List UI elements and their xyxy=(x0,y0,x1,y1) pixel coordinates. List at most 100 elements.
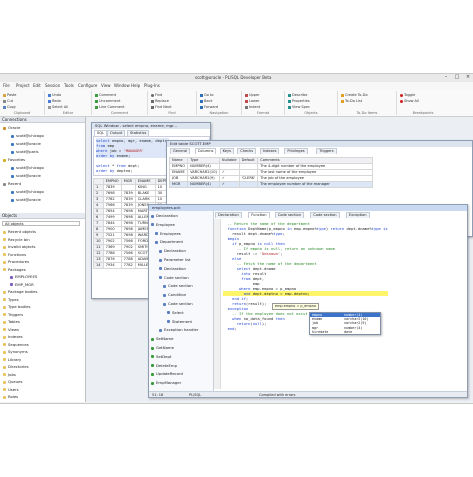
tree-folder-item[interactable]: Roles xyxy=(3,394,18,399)
tree-folder-item[interactable]: Triggers xyxy=(3,312,23,317)
outline-item[interactable]: Code section xyxy=(163,301,193,306)
grid-cell[interactable]: NUMBER(4) xyxy=(187,181,220,188)
tab-columns[interactable]: Columns xyxy=(194,148,217,154)
redo-button[interactable]: Redo xyxy=(48,99,61,103)
todo-list-button[interactable]: To-Do List xyxy=(341,99,362,103)
grid-cell[interactable]: 7934 xyxy=(102,262,122,269)
toggle-breakpoint-button[interactable]: Toggle xyxy=(400,93,415,97)
describe-button[interactable]: Describe xyxy=(288,93,307,97)
tree-connection-item[interactable]: Recent xyxy=(3,181,21,186)
tree-folder-item[interactable]: Library xyxy=(3,357,21,362)
menu-tools[interactable]: Tools xyxy=(64,83,74,88)
outline-item[interactable]: Employees xyxy=(155,231,181,236)
tree-connection-item[interactable]: Oracle xyxy=(3,125,20,130)
tree-connection-item[interactable]: scott@oracle xyxy=(11,141,41,146)
outline-item[interactable]: Code section xyxy=(163,283,193,288)
comment-button[interactable]: Comment xyxy=(95,93,116,97)
back-button[interactable]: Back xyxy=(200,99,213,103)
tree-folder-item[interactable]: Procedures xyxy=(3,259,29,264)
tree-folder-item[interactable]: Recent objects xyxy=(3,229,36,234)
menu-help[interactable]: Help xyxy=(131,83,140,88)
tree-package-item[interactable]: EMPLOYEES xyxy=(10,274,37,279)
outline-item[interactable]: Employee xyxy=(151,222,175,227)
outline-item[interactable]: UpdateRecord xyxy=(151,371,183,376)
copy-button[interactable]: Copy xyxy=(3,105,16,109)
indent-button[interactable]: Indent xyxy=(245,105,260,109)
column-header[interactable]: EMPNO xyxy=(102,178,122,185)
objects-filter-select[interactable]: All objects xyxy=(2,221,80,226)
tab-program-section[interactable]: Code section xyxy=(274,212,304,218)
outline-item[interactable]: SetDept xyxy=(151,354,171,359)
tree-connection-item[interactable]: scott@oracle xyxy=(11,173,41,178)
uncomment-button[interactable]: Uncomment xyxy=(95,99,120,103)
program-window[interactable]: employees.pck Declaration Employee Employe… xyxy=(148,204,468,398)
tree-folder-item[interactable]: Functions xyxy=(3,252,26,257)
tree-folder-item[interactable]: Tables xyxy=(3,319,20,324)
maximize-button[interactable]: □ xyxy=(452,74,462,81)
tab-general[interactable]: General xyxy=(170,148,191,154)
tree-folder-item[interactable]: Sequences xyxy=(3,342,29,347)
outline-item[interactable]: GetName xyxy=(151,345,174,350)
tab-checks[interactable]: Checks xyxy=(237,148,257,154)
menu-view[interactable]: View xyxy=(101,83,111,88)
grid-cell[interactable]: ✓ xyxy=(218,181,240,188)
close-button[interactable]: × xyxy=(463,74,473,81)
find-next-button[interactable]: Find Next xyxy=(151,105,171,109)
tree-folder-item[interactable]: Queues xyxy=(3,379,22,384)
grid-cell[interactable]: MGR xyxy=(168,181,189,188)
tab-triggers[interactable]: Triggers xyxy=(316,148,337,154)
column-header[interactable]: Nullable xyxy=(218,157,240,164)
grid-cell[interactable] xyxy=(238,181,259,188)
outline-item[interactable]: Condition xyxy=(163,292,186,297)
tree-connection-item[interactable]: scott@oracle xyxy=(11,197,41,202)
outline-item[interactable]: Department xyxy=(155,239,183,244)
tab-program-section[interactable]: Declaration xyxy=(215,212,242,218)
create-todo-button[interactable]: Create To-Do xyxy=(341,93,368,97)
tree-folder-item[interactable]: Users xyxy=(3,387,19,392)
tab-indexes[interactable]: Indexes xyxy=(259,148,280,154)
outline-item[interactable]: EmpManager xyxy=(151,380,181,385)
grid-cell[interactable]: 14 xyxy=(93,262,104,269)
tree-folder-item[interactable]: Views xyxy=(3,327,19,332)
tree-folder-item[interactable]: Type bodies xyxy=(3,304,30,309)
outline-item[interactable]: DeleteEmp xyxy=(151,363,177,368)
outline-item[interactable]: Exception handler xyxy=(159,327,198,332)
cut-button[interactable]: Cut xyxy=(3,99,13,103)
outline-item[interactable]: Declaration xyxy=(159,248,186,253)
tree-connection-item[interactable]: scott@chicago xyxy=(11,133,44,138)
menu-session[interactable]: Session xyxy=(45,83,60,88)
outline-item[interactable]: Select xyxy=(167,310,184,315)
menu-edit[interactable]: Edit xyxy=(33,83,41,88)
lower-button[interactable]: Lower xyxy=(245,99,260,103)
show-breakpoints-button[interactable]: Show All xyxy=(400,99,419,103)
tree-folder-item[interactable]: Synonyms xyxy=(3,349,28,354)
tab-privileges[interactable]: Privileges xyxy=(284,148,308,154)
tree-folder-item[interactable]: Package bodies xyxy=(3,289,37,294)
outline-item[interactable]: Declaration xyxy=(159,266,186,271)
outline-item[interactable]: Statement xyxy=(167,319,192,324)
grid-cell[interactable]: 7782 xyxy=(120,262,136,269)
undo-button[interactable]: Undo xyxy=(48,93,61,97)
menu-window[interactable]: Window xyxy=(114,83,130,88)
go-to-button[interactable]: Go to xyxy=(200,93,213,97)
forward-button[interactable]: Forward xyxy=(200,105,218,109)
tab-keys[interactable]: Keys xyxy=(219,148,234,154)
tree-folder-item[interactable]: Jobs xyxy=(3,372,16,377)
tree-folder-item[interactable]: Packages xyxy=(3,267,26,272)
tree-connection-item[interactable]: scott@paris xyxy=(11,149,39,154)
tree-connection-item[interactable]: Favorites xyxy=(3,157,25,162)
grid-cell[interactable]: The employee number of the manager xyxy=(257,181,374,188)
menu-file[interactable]: File xyxy=(3,83,10,88)
outline-item[interactable]: Parameter list xyxy=(159,257,191,262)
tree-folder-item[interactable]: Types xyxy=(3,297,19,302)
tree-folder-item[interactable]: Invalid objects xyxy=(3,244,36,249)
tree-package-item[interactable]: EMP_MGR xyxy=(10,282,34,287)
autocomplete-list[interactable]: empno number(4) ename varchar2(10) job varcha… xyxy=(309,312,381,336)
grid-cell[interactable]: 'CLERK' xyxy=(238,175,259,182)
pl-sql-editor[interactable]: -- Return the name of the department fun… xyxy=(214,219,466,389)
menu-project[interactable]: Project xyxy=(16,83,30,88)
tree-folder-item[interactable]: Recycle bin xyxy=(3,237,30,242)
tree-folder-item[interactable]: Directories xyxy=(3,364,29,369)
autocomplete-item[interactable]: hiredate date xyxy=(310,330,380,334)
grid-cell[interactable]: EMPNO xyxy=(168,163,189,170)
